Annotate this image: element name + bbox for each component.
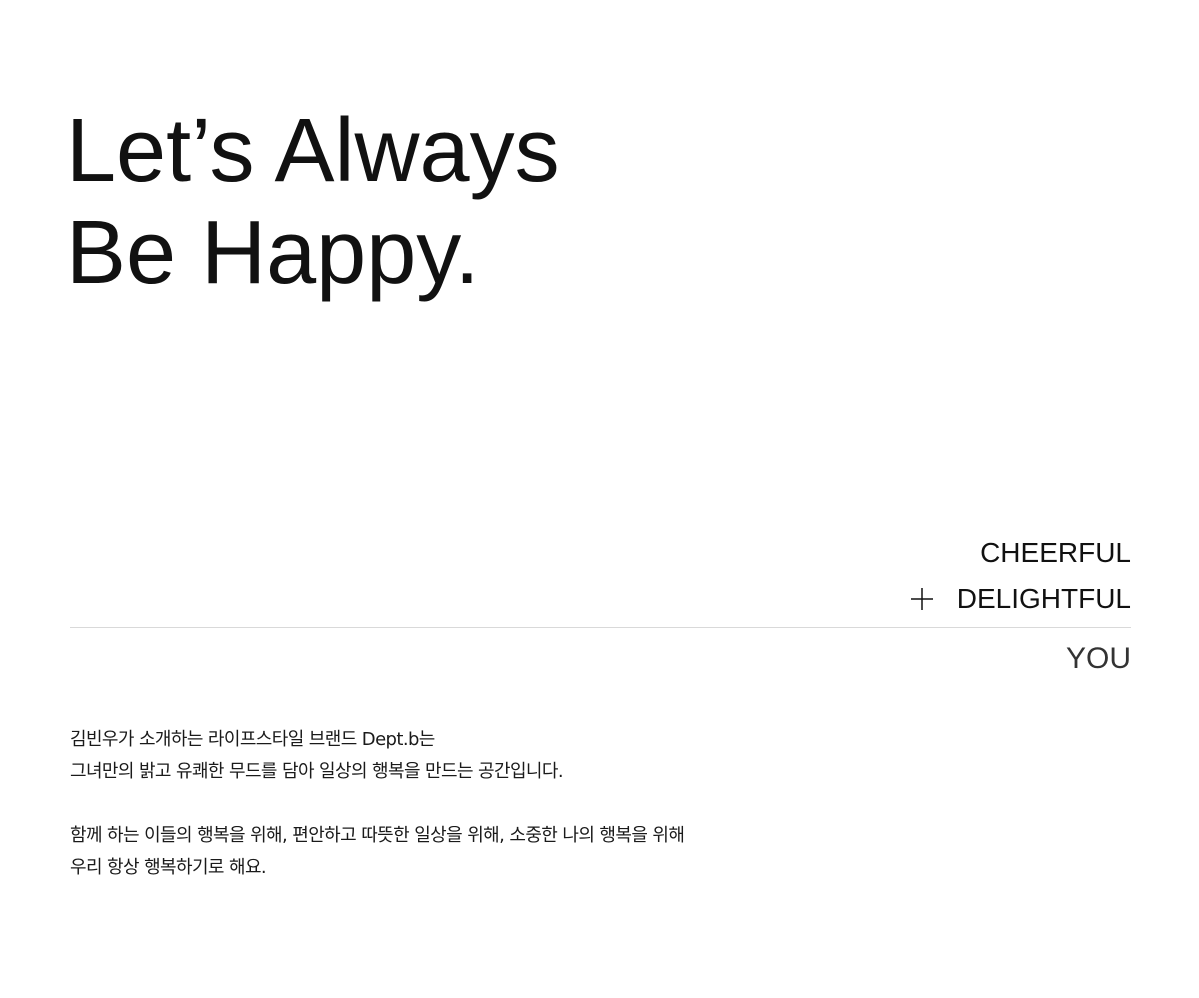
keyword-list: CHEERFUL DELIGHTFUL xyxy=(910,530,1131,622)
description-p1-line-2: 그녀만의 밝고 유쾌한 무드를 담아 일상의 행복을 만드는 공간입니다. xyxy=(70,761,564,782)
keyword-delightful-row: DELIGHTFUL xyxy=(910,576,1131,622)
description-p2-line-1: 함께 하는 이들의 행복을 위해, 편안하고 따뜻한 일상을 위해, 소중한 나… xyxy=(70,825,685,846)
description-paragraph-2: 함께 하는 이들의 행복을 위해, 편안하고 따뜻한 일상을 위해, 소중한 나… xyxy=(70,820,830,884)
keyword-cheerful: CHEERFUL xyxy=(980,537,1131,568)
description-p2-line-2: 우리 항상 행복하기로 해요. xyxy=(70,857,267,878)
keyword-delightful: DELIGHTFUL xyxy=(956,583,1131,614)
plus-icon xyxy=(910,588,933,610)
hero-title-line-1: Let’s Always xyxy=(66,101,560,201)
description-paragraph-1: 김빈우가 소개하는 라이프스타일 브랜드 Dept.b는 그녀만의 밝고 유쾌한… xyxy=(70,724,830,788)
hero-title: Let’s Always Be Happy. xyxy=(66,100,560,304)
section-divider xyxy=(70,627,1131,628)
hero-title-line-2: Be Happy. xyxy=(66,203,480,303)
brand-description: 김빈우가 소개하는 라이프스타일 브랜드 Dept.b는 그녀만의 밝고 유쾌한… xyxy=(70,724,830,884)
keyword-you: YOU xyxy=(1065,642,1131,675)
description-p1-line-1: 김빈우가 소개하는 라이프스타일 브랜드 Dept.b는 xyxy=(70,729,435,750)
